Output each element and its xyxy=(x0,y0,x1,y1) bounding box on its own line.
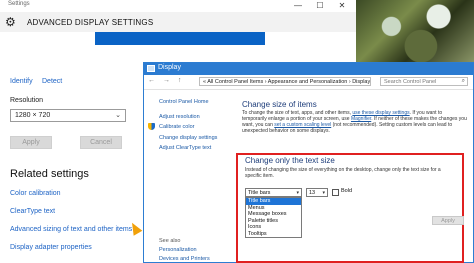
nav-change-display-settings[interactable]: Change display settings xyxy=(159,135,217,141)
text-only-heading: Change only the text size xyxy=(245,156,335,165)
settings-window-controls: — ☐ ✕ xyxy=(291,0,349,11)
cp-window-title: Display xyxy=(158,64,181,71)
shield-icon xyxy=(148,123,155,130)
settings-window-title: Settings xyxy=(8,1,30,7)
see-also-personalization[interactable]: Personalization xyxy=(159,247,197,253)
resolution-select[interactable]: 1280 × 720 ⌄ xyxy=(10,109,126,122)
display-preview-monitor[interactable] xyxy=(95,32,265,45)
bold-label: Bold xyxy=(341,188,353,194)
advanced-sizing-link[interactable]: Advanced sizing of text and other items xyxy=(10,226,132,233)
gear-icon: ⚙ xyxy=(5,15,16,29)
item-select-value: Title bars xyxy=(248,190,271,196)
display-control-panel-window: Display ← → ↑ « All Control Panel Items … xyxy=(143,62,474,263)
desktop-wallpaper xyxy=(356,0,474,66)
cleartype-text-link[interactable]: ClearType text xyxy=(10,208,55,215)
text-size-select[interactable]: 13 ▾ xyxy=(306,188,328,197)
change-size-heading: Change size of items xyxy=(242,100,317,109)
bold-checkbox[interactable] xyxy=(332,189,339,196)
close-button[interactable]: ✕ xyxy=(335,0,349,11)
related-settings-heading: Related settings xyxy=(10,168,89,180)
screen: Settings — ☐ ✕ ⚙ ADVANCED DISPLAY SETTIN… xyxy=(0,0,474,263)
minimize-button[interactable]: — xyxy=(291,0,305,11)
nav-adjust-resolution[interactable]: Adjust resolution xyxy=(159,114,200,120)
search-input[interactable]: Search Control Panel ⌕ xyxy=(380,77,468,86)
change-size-description: To change the size of text, apps, and ot… xyxy=(242,110,468,134)
see-also-label: See also xyxy=(159,238,181,244)
back-forward-icon[interactable]: ← → ↑ xyxy=(148,77,184,84)
item-dropdown-list: Title bars Menus Message boxes Palette t… xyxy=(245,197,302,238)
cp-address-bar: ← → ↑ « All Control Panel Items › Appear… xyxy=(144,75,473,90)
resolution-label: Resolution xyxy=(10,97,44,104)
identify-link[interactable]: Identify xyxy=(10,78,33,85)
see-also-devices-printers[interactable]: Devices and Printers xyxy=(159,256,210,262)
item-select[interactable]: Title bars ▾ xyxy=(245,188,302,197)
display-adapter-properties-link[interactable]: Display adapter properties xyxy=(10,244,92,251)
chevron-down-icon: ⌄ xyxy=(115,112,121,119)
detect-link[interactable]: Detect xyxy=(42,78,62,85)
text-only-description: Instead of changing the size of everythi… xyxy=(245,167,441,179)
cp-titlebar: Display xyxy=(144,63,473,75)
maximize-button[interactable]: ☐ xyxy=(313,0,327,11)
display-icon xyxy=(147,65,155,72)
address-breadcrumb[interactable]: « All Control Panel Items › Appearance a… xyxy=(199,77,371,86)
nav-calibrate-color[interactable]: Calibrate color xyxy=(159,124,194,130)
page-title: ADVANCED DISPLAY SETTINGS xyxy=(27,18,154,27)
nav-control-panel-home[interactable]: Control Panel Home xyxy=(159,99,209,105)
color-calibration-link[interactable]: Color calibration xyxy=(10,190,61,197)
chevron-down-icon: ▾ xyxy=(322,190,325,196)
search-placeholder: Search Control Panel xyxy=(384,79,437,85)
dropdown-option-tooltips[interactable]: Tooltips xyxy=(246,231,301,238)
cp-apply-button[interactable]: Apply xyxy=(432,216,464,225)
chevron-down-icon: ▾ xyxy=(296,190,299,196)
apply-button[interactable]: Apply xyxy=(10,136,52,149)
cancel-button[interactable]: Cancel xyxy=(80,136,122,149)
resolution-value: 1280 × 720 xyxy=(15,112,51,119)
text-size-value: 13 xyxy=(309,190,316,196)
nav-adjust-cleartype[interactable]: Adjust ClearType text xyxy=(159,145,211,151)
search-icon[interactable]: ⌕ xyxy=(462,77,465,85)
